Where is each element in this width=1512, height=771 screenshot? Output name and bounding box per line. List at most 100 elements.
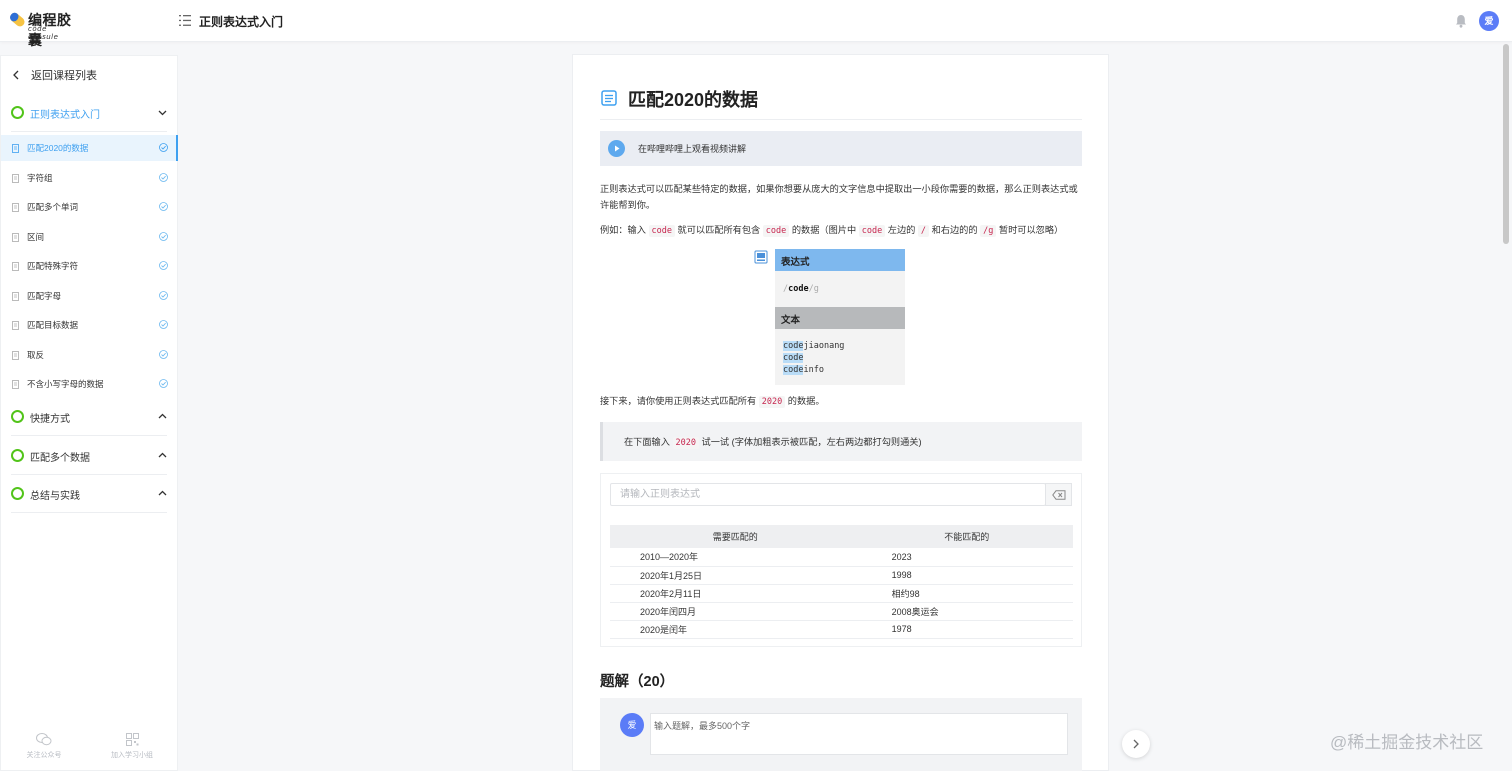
sidebar-section-multi-data[interactable]: 匹配多个数据 xyxy=(1,437,177,475)
document-icon xyxy=(12,351,19,360)
sidebar-section-summary[interactable]: 总结与实践 xyxy=(1,475,177,513)
regex-exercise: 需要匹配的 不能匹配的 2010—2020年2023 2020年1月25日199… xyxy=(600,473,1082,647)
lesson-label: 匹配多个单词 xyxy=(27,202,79,212)
capsule-logo-icon xyxy=(10,12,25,27)
document-icon xyxy=(12,233,19,242)
qr-code-icon xyxy=(125,733,139,746)
backspace-icon xyxy=(1052,490,1066,500)
progress-circle-icon xyxy=(11,487,24,500)
sidebar-lesson-match-2020[interactable]: 匹配2020的数据 xyxy=(1,135,178,161)
demo-text-header: 文本 xyxy=(775,307,905,329)
sidebar-lesson-multi-words[interactable]: 匹配多个单词 xyxy=(1,194,178,220)
check-circle-icon xyxy=(159,261,168,270)
demo-text-line: code xyxy=(783,353,804,363)
menu-toggle-icon[interactable] xyxy=(179,15,191,26)
top-bar: 编程胶囊 code capsule 正则表达式入门 爱 xyxy=(0,0,1512,48)
chevron-up-icon xyxy=(158,490,167,496)
table-header-row: 需要匹配的 不能匹配的 xyxy=(610,525,1073,548)
task-paragraph: 接下来，请你使用正则表达式匹配所有 2020 的数据。 xyxy=(600,393,1082,410)
logo[interactable]: 编程胶囊 code capsule xyxy=(8,9,80,48)
table-row: 2020是闰年 1978 xyxy=(610,620,1073,639)
chevron-up-icon xyxy=(158,413,167,419)
inline-code: /g xyxy=(980,225,997,237)
example-paragraph: 例如：输入 code 就可以匹配所有包含 code 的数据（图片中 code 左… xyxy=(600,222,1082,239)
chevron-up-icon xyxy=(158,452,167,458)
lesson-label: 匹配目标数据 xyxy=(27,320,79,330)
match-cell: 2010—2020年 xyxy=(610,548,861,567)
course-title: 正则表达式入门 xyxy=(199,15,284,29)
inline-code: code xyxy=(648,225,675,237)
column-header-should-match: 需要匹配的 xyxy=(610,525,861,548)
document-icon xyxy=(12,203,19,212)
divider xyxy=(11,435,167,436)
demo-expression: /code/g xyxy=(775,271,905,307)
document-icon xyxy=(12,144,19,153)
wechat-icon xyxy=(36,733,52,746)
check-circle-icon xyxy=(159,291,168,300)
no-match-cell: 相约98 xyxy=(860,584,1073,603)
sidebar-lesson-letters[interactable]: 匹配字母 xyxy=(1,283,178,309)
watermark: @稀土掘金技术社区 xyxy=(1330,733,1484,752)
no-match-cell: 2008奥运会 xyxy=(860,602,1073,621)
bilibili-video-link[interactable]: 在哔哩哔哩上观看视频讲解 xyxy=(600,131,1082,166)
bell-icon[interactable] xyxy=(1455,14,1467,28)
task-text: 接下来，请你使用正则表达式匹配所有 xyxy=(600,396,757,406)
match-cell: 2020年2月11日 xyxy=(610,584,861,603)
clear-input-button[interactable] xyxy=(1045,483,1072,506)
check-circle-icon xyxy=(159,232,168,241)
sidebar-lesson-special-chars[interactable]: 匹配特殊字符 xyxy=(1,253,178,279)
chevron-right-icon xyxy=(1133,739,1139,749)
demo-text-header-label: 文本 xyxy=(781,315,801,326)
demo-expression-header: 表达式 xyxy=(775,249,905,271)
section-label: 正则表达式入门 xyxy=(30,110,100,121)
follow-wechat-label: 关注公众号 xyxy=(26,752,62,759)
progress-circle-icon xyxy=(11,106,24,119)
section-label: 快捷方式 xyxy=(30,414,70,425)
lesson-title: 匹配2020的数据 xyxy=(628,90,759,110)
sidebar: 返回课程列表 正则表达式入门 匹配2020的数据 字符组 匹配多个单词 区间 匹… xyxy=(0,55,178,771)
hint-text: 在下面输入 2020 试一试 (字体加粗表示被匹配，左右两边都打勾则通关) xyxy=(624,437,922,449)
task-text: 的数据。 xyxy=(787,396,825,406)
check-circle-icon xyxy=(159,173,168,182)
demo-expr-body: code xyxy=(788,284,809,294)
user-avatar[interactable]: 爱 xyxy=(1479,11,1499,31)
lesson-label: 不含小写字母的数据 xyxy=(27,379,104,389)
table-row: 2020年1月25日 1998 xyxy=(610,566,1073,585)
back-to-course-list-link[interactable]: 返回课程列表 xyxy=(11,67,97,83)
lesson-label: 字符组 xyxy=(27,173,53,183)
column-header-should-not-match: 不能匹配的 xyxy=(860,525,1073,548)
sidebar-lesson-range[interactable]: 区间 xyxy=(1,224,178,250)
sidebar-section-intro[interactable]: 正则表达式入门 xyxy=(1,94,177,132)
demo-expr-suffix: /g xyxy=(808,284,819,294)
match-cell: 2020是闰年 xyxy=(610,620,861,639)
sidebar-lesson-no-lowercase[interactable]: 不含小写字母的数据 xyxy=(1,371,178,397)
answer-input[interactable] xyxy=(650,713,1068,755)
section-label: 总结与实践 xyxy=(30,491,80,502)
lesson-label: 匹配字母 xyxy=(27,291,62,301)
lesson-card: 匹配2020的数据 在哔哩哔哩上观看视频讲解 正则表达式可以匹配某些特定的数据，… xyxy=(572,54,1109,771)
sidebar-lesson-negate[interactable]: 取反 xyxy=(1,342,178,368)
chevron-left-icon xyxy=(13,70,19,80)
match-cell: 2020年1月25日 xyxy=(610,566,861,585)
join-study-group-link[interactable]: 加入学习小组 xyxy=(102,733,162,760)
sidebar-lesson-target-data[interactable]: 匹配目标数据 xyxy=(1,312,178,338)
answers-title: 题解（20） xyxy=(600,674,675,690)
document-icon xyxy=(12,174,19,183)
regex-input[interactable] xyxy=(610,483,1046,506)
sidebar-section-shortcuts[interactable]: 快捷方式 xyxy=(1,398,177,436)
demo-text: codejiaonang code codeinfo xyxy=(775,329,905,385)
match-table: 需要匹配的 不能匹配的 2010—2020年 2023 2020年1月25日 199… xyxy=(610,525,1073,639)
image-icon xyxy=(754,250,768,264)
check-circle-icon xyxy=(159,202,168,211)
page-scrollbar[interactable] xyxy=(1503,44,1509,244)
follow-wechat-link[interactable]: 关注公众号 xyxy=(14,733,74,760)
sidebar-lesson-char-group[interactable]: 字符组 xyxy=(1,165,178,191)
progress-circle-icon xyxy=(11,410,24,423)
article-icon xyxy=(601,90,617,106)
check-circle-icon xyxy=(159,379,168,388)
example-text: 的数据（图片中 xyxy=(791,225,857,235)
next-lesson-button[interactable] xyxy=(1122,730,1150,758)
document-icon xyxy=(12,380,19,389)
match-cell: 2020年闰四月 xyxy=(610,602,861,621)
join-group-label: 加入学习小组 xyxy=(111,752,153,759)
